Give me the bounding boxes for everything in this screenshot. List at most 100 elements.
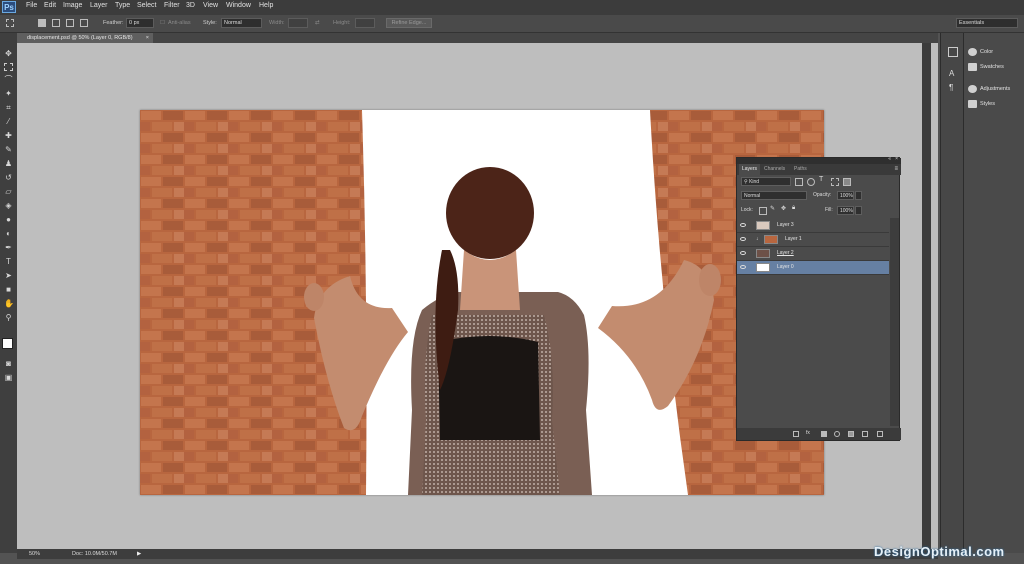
collapse-panel-icon[interactable]: « (888, 156, 891, 162)
brush-tool-icon[interactable]: ✎ (4, 145, 13, 154)
intersect-selection-icon[interactable] (80, 19, 88, 27)
crop-tool-icon[interactable]: ⌗ (4, 103, 13, 112)
refine-edge-button[interactable]: Refine Edge... (386, 18, 432, 28)
menu-filter[interactable]: Filter (164, 2, 180, 9)
visibility-eye-icon[interactable] (740, 223, 746, 227)
zoom-tool-icon[interactable]: ⚲ (4, 313, 13, 322)
healing-brush-tool-icon[interactable]: ✚ (4, 131, 13, 140)
height-input[interactable] (355, 18, 375, 28)
fill-dropdown-icon[interactable] (855, 206, 862, 215)
style-select[interactable]: Normal (221, 18, 262, 28)
magic-wand-tool-icon[interactable]: ✦ (4, 89, 13, 98)
adjustments-icon (968, 84, 977, 93)
new-layer-icon[interactable] (862, 431, 868, 437)
character-panel-icon[interactable]: A (949, 69, 954, 78)
trash-icon[interactable] (877, 431, 883, 437)
move-tool-icon[interactable]: ✥ (4, 49, 13, 58)
opacity-input[interactable]: 100% (837, 191, 854, 200)
clone-stamp-tool-icon[interactable]: ♟ (4, 159, 13, 168)
filter-type-icon[interactable]: T (819, 176, 823, 183)
tab-paths[interactable]: Paths (791, 164, 810, 175)
lasso-tool-icon[interactable]: ⌒ (4, 75, 13, 84)
swap-icon[interactable]: ⇄ (315, 20, 320, 26)
fx-icon[interactable]: fx (806, 430, 810, 436)
filter-smartobject-icon[interactable] (843, 178, 851, 186)
menu-select[interactable]: Select (137, 2, 156, 9)
document-size: Doc: 10.0M/50.7M (72, 551, 117, 557)
layer-row[interactable]: Layer 0 (737, 261, 889, 275)
quick-mask-icon[interactable]: ◙ (4, 359, 13, 368)
menu-window[interactable]: Window (226, 2, 251, 9)
menu-view[interactable]: View (203, 2, 218, 9)
mask-icon[interactable] (821, 431, 827, 437)
dock-item-adjustments[interactable]: Adjustments (968, 83, 1010, 95)
subtract-selection-icon[interactable] (66, 19, 74, 27)
eraser-tool-icon[interactable]: ▱ (4, 187, 13, 196)
type-tool-icon[interactable]: T (4, 257, 13, 266)
pen-tool-icon[interactable]: ✒ (4, 243, 13, 252)
close-tab-icon[interactable]: × (146, 33, 149, 43)
menu-3d[interactable]: 3D (186, 2, 195, 9)
layer-row[interactable]: Layer 2 (737, 247, 889, 261)
layers-scrollbar[interactable] (890, 218, 899, 426)
rectangle-tool-icon[interactable]: ■ (4, 285, 13, 294)
history-brush-tool-icon[interactable]: ↺ (4, 173, 13, 182)
link-icon[interactable] (793, 431, 799, 437)
dock-item-swatches[interactable]: Swatches (968, 61, 1004, 73)
visibility-eye-icon[interactable] (740, 265, 746, 269)
dock-item-styles[interactable]: Styles (968, 98, 995, 110)
lock-position-icon[interactable]: ✥ (781, 205, 786, 212)
layer-row[interactable]: Layer 3 (737, 219, 889, 233)
menu-edit[interactable]: Edit (44, 2, 56, 9)
layer-row[interactable]: ↓ Layer 1 (737, 233, 889, 247)
document-canvas[interactable] (140, 110, 824, 495)
lock-transparent-icon[interactable] (759, 207, 767, 215)
dock-item-color[interactable]: Color (968, 46, 993, 58)
lock-all-icon[interactable]: 🔒︎ (792, 205, 795, 212)
eyedropper-tool-icon[interactable]: ⁄ (4, 117, 13, 126)
tab-layers[interactable]: Layers (739, 164, 761, 175)
history-panel-icon[interactable] (948, 47, 958, 57)
filter-pixel-icon[interactable] (795, 178, 803, 186)
filter-adjustment-icon[interactable] (807, 178, 815, 186)
layer-filter-select[interactable]: ⚲ Kind (741, 177, 791, 186)
workspace-select[interactable]: Essentials (956, 18, 1018, 28)
vertical-scrollbar[interactable] (922, 43, 931, 549)
lock-image-icon[interactable]: ✎ (770, 205, 775, 212)
hand-tool-icon[interactable]: ✋ (4, 299, 14, 308)
new-selection-icon[interactable] (38, 19, 46, 27)
menu-help[interactable]: Help (259, 2, 273, 9)
adjustment-layer-icon[interactable] (834, 431, 840, 437)
blend-mode-select[interactable]: Normal (741, 191, 807, 200)
feather-input[interactable]: 0 px (126, 18, 154, 28)
add-selection-icon[interactable] (52, 19, 60, 27)
foreground-color-swatch[interactable] (2, 338, 13, 349)
blur-tool-icon[interactable]: ● (4, 215, 13, 224)
menu-file[interactable]: File (26, 2, 37, 9)
zoom-level[interactable]: 50% (29, 549, 40, 559)
paragraph-panel-icon[interactable]: ¶ (949, 83, 953, 92)
marquee-tool-icon[interactable] (4, 63, 13, 71)
visibility-eye-icon[interactable] (740, 237, 746, 241)
tab-channels[interactable]: Channels (761, 164, 788, 175)
width-input[interactable] (288, 18, 308, 28)
layers-panel[interactable]: « × Layers Channels Paths ≡ ⚲ Kind T Nor… (736, 156, 901, 441)
filter-shape-icon[interactable] (831, 178, 839, 186)
menu-image[interactable]: Image (63, 2, 82, 9)
paint-bucket-tool-icon[interactable]: ◈ (4, 201, 13, 210)
status-menu-arrow-icon[interactable]: ▶ (137, 549, 141, 559)
document-tab[interactable]: displacement.psd @ 50% (Layer 0, RGB/8) … (17, 33, 153, 43)
fill-input[interactable]: 100% (837, 206, 854, 215)
close-panel-icon[interactable]: × (895, 156, 898, 162)
screen-mode-icon[interactable]: ▣ (4, 373, 13, 382)
panel-menu-icon[interactable]: ≡ (894, 166, 898, 172)
path-selection-tool-icon[interactable]: ➤ (4, 271, 13, 280)
marquee-tool-preset-icon[interactable] (6, 19, 14, 27)
dodge-tool-icon[interactable]: ◐ (4, 229, 13, 238)
visibility-eye-icon[interactable] (740, 251, 746, 255)
anti-alias-checkbox[interactable]: ☐ (160, 20, 165, 26)
menu-layer[interactable]: Layer (90, 2, 108, 9)
opacity-dropdown-icon[interactable] (855, 191, 862, 200)
group-folder-icon[interactable] (848, 431, 854, 437)
menu-type[interactable]: Type (115, 2, 130, 9)
